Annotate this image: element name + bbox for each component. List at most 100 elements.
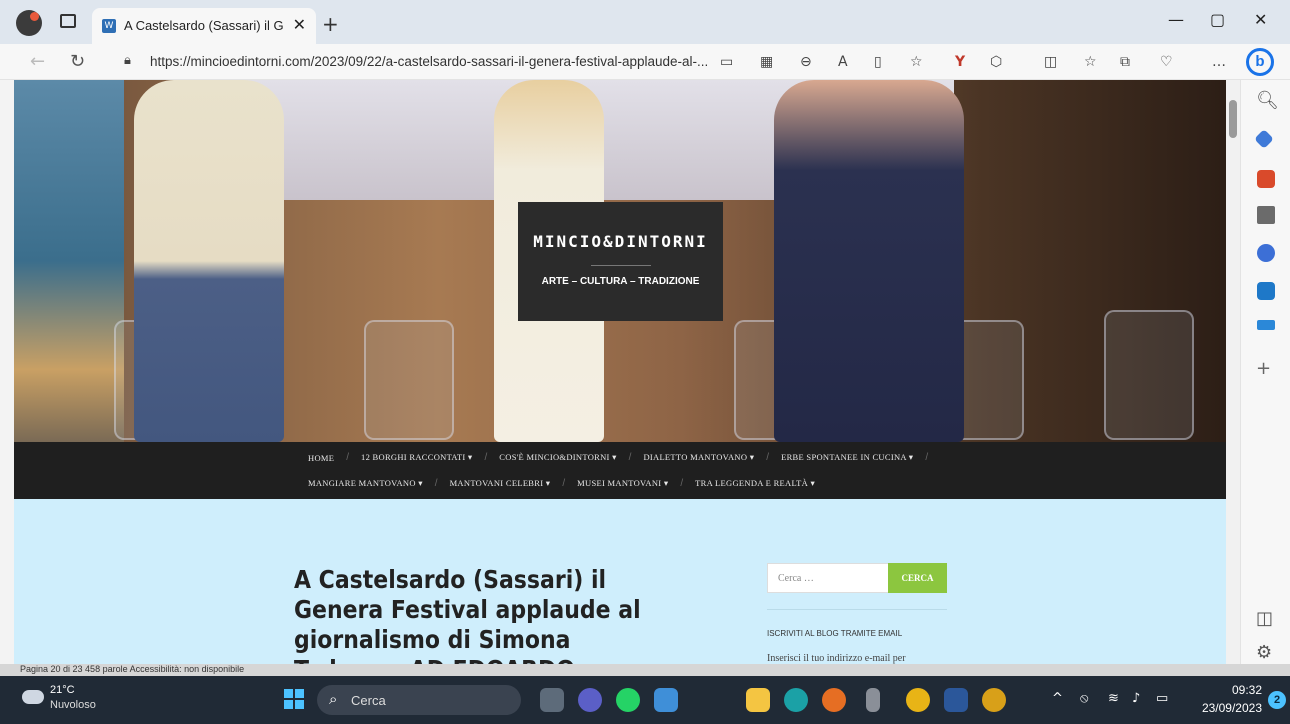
search-input[interactable]: Cerca … xyxy=(767,563,889,593)
close-window-button[interactable]: ✕ xyxy=(1254,10,1267,29)
site-tagline: ARTE – CULTURA – TRADIZIONE xyxy=(541,276,700,287)
task-view-icon[interactable] xyxy=(540,688,564,712)
clock-date[interactable]: 23/09/2023 xyxy=(1187,701,1262,715)
menu-separator: / xyxy=(925,452,929,463)
minimize-button[interactable]: — xyxy=(1168,10,1184,29)
subscribe-widget-text: Inserisci il tuo indirizzo e-mail per xyxy=(767,653,906,664)
wifi-icon[interactable]: ≋ xyxy=(1108,691,1119,706)
network-off-icon[interactable]: ⦸ xyxy=(1080,691,1088,706)
clock-time[interactable]: 09:32 xyxy=(1212,683,1262,697)
windows-start-icon[interactable] xyxy=(284,689,304,709)
app-available-icon[interactable]: ▭ xyxy=(720,54,733,70)
outlook-icon[interactable] xyxy=(1257,282,1275,300)
site-title[interactable]: MINCIO&DINTORNI xyxy=(518,232,723,251)
page-viewport: MINCIO&DINTORNI ARTE – CULTURA – TRADIZI… xyxy=(14,80,1226,676)
microphone-app-icon[interactable] xyxy=(866,688,880,712)
notification-badge[interactable]: 2 xyxy=(1268,691,1286,709)
lock-icon[interactable]: 🔒︎ xyxy=(124,53,131,68)
menu-item-12-borghi[interactable]: 12 BORGHI RACCONTATI ▾ xyxy=(361,452,472,463)
refresh-icon[interactable]: ↻ xyxy=(70,51,85,72)
whatsapp-icon[interactable] xyxy=(616,688,640,712)
extensions-puzzle-icon[interactable]: ⬡ xyxy=(990,54,1002,70)
menu-item-cos-e[interactable]: COS'È MINCIO&DINTORNI ▾ xyxy=(499,452,616,463)
stage-chair xyxy=(1104,310,1194,440)
menu-separator: / xyxy=(484,452,488,463)
menu-item-leggenda[interactable]: TRA LEGGENDA E REALTÀ ▾ xyxy=(695,478,815,489)
scrollbar-thumb[interactable] xyxy=(1229,100,1237,138)
shopping-tag-icon[interactable] xyxy=(1254,129,1274,149)
games-icon[interactable] xyxy=(1257,206,1275,224)
speaker-left xyxy=(134,80,284,442)
tab-close-button[interactable]: ✕ xyxy=(293,15,306,34)
drop-icon[interactable] xyxy=(1257,320,1275,330)
menu-row-1: HOME / 12 BORGHI RACCONTATI ▾ / COS'È MI… xyxy=(308,452,940,463)
page-scrollbar[interactable] xyxy=(1226,80,1240,676)
more-menu-icon[interactable]: … xyxy=(1212,54,1226,70)
microsoft-365-icon[interactable] xyxy=(1257,244,1275,262)
menu-item-erbe[interactable]: ERBE SPONTANEE IN CUCINA ▾ xyxy=(781,452,913,463)
menu-separator: / xyxy=(346,452,350,463)
qr-code-icon[interactable]: ▦ xyxy=(760,54,773,70)
browser-toolbar: ← ↻ 🔒︎ https://mincioedintorni.com/2023/… xyxy=(0,44,1290,80)
tools-icon[interactable] xyxy=(1257,170,1275,188)
new-tab-button[interactable]: + xyxy=(322,12,339,36)
add-sidebar-app-icon[interactable]: + xyxy=(1256,358,1271,379)
tab-title: A Castelsardo (Sassari) il Genera xyxy=(124,18,284,33)
menu-separator: / xyxy=(628,452,632,463)
split-screen-icon[interactable]: ◫ xyxy=(1044,54,1057,70)
menu-item-dialetto[interactable]: DIALETTO MANTOVANO ▾ xyxy=(643,452,754,463)
hide-sidebar-icon[interactable]: ◫ xyxy=(1256,608,1273,629)
read-aloud-icon[interactable]: A xyxy=(838,54,848,70)
site-logo-box[interactable]: MINCIO&DINTORNI ARTE – CULTURA – TRADIZI… xyxy=(518,202,723,321)
logo-divider xyxy=(590,265,651,266)
tab-actions-icon[interactable] xyxy=(60,14,76,28)
menu-item-home[interactable]: HOME xyxy=(308,453,334,463)
browser-essentials-icon[interactable]: ♡ xyxy=(1160,54,1173,70)
extension-icon[interactable]: Y xyxy=(955,54,965,70)
menu-item-celebri[interactable]: MANTOVANI CELEBRI ▾ xyxy=(450,478,551,489)
chat-icon[interactable] xyxy=(578,688,602,712)
weather-temperature[interactable]: 21°C xyxy=(50,684,75,696)
zoom-out-icon[interactable]: ⊖ xyxy=(800,54,812,70)
taskbar-search-label: Cerca xyxy=(351,693,386,708)
show-hidden-icons-chevron-icon[interactable]: ^ xyxy=(1052,691,1063,706)
firefox-icon[interactable] xyxy=(822,688,846,712)
menu-separator: / xyxy=(434,478,438,489)
menu-item-musei[interactable]: MUSEI MANTOVANI ▾ xyxy=(577,478,668,489)
search-button[interactable]: CERCA xyxy=(888,563,947,593)
background-word-statusbar: Pagina 20 di 23 458 parole Accessibilità… xyxy=(0,664,1290,676)
address-bar[interactable]: 🔒︎ https://mincioedintorni.com/2023/09/2… xyxy=(118,48,938,76)
settings-gear-icon[interactable]: ⚙ xyxy=(1256,642,1272,663)
volume-icon[interactable]: ♪ xyxy=(1132,691,1140,706)
search-icon[interactable]: 🔍︎ xyxy=(1256,90,1279,111)
chrome-icon[interactable] xyxy=(906,688,930,712)
menu-separator: / xyxy=(562,478,566,489)
browser-title-bar: W A Castelsardo (Sassari) il Genera ✕ + … xyxy=(0,0,1290,44)
bing-chat-icon[interactable]: b xyxy=(1246,48,1274,76)
chrome-profile-icon[interactable] xyxy=(982,688,1006,712)
menu-item-mangiare[interactable]: MANGIARE MANTOVANO ▾ xyxy=(308,478,423,489)
favorites-icon[interactable]: ☆ xyxy=(1084,54,1097,70)
word-icon[interactable] xyxy=(944,688,968,712)
menu-row-2: MANGIARE MANTOVANO ▾ / MANTOVANI CELEBRI… xyxy=(308,478,815,489)
favorite-star-icon[interactable]: ☆ xyxy=(910,54,923,70)
store-icon[interactable] xyxy=(654,688,678,712)
maximize-button[interactable]: ▢ xyxy=(1210,10,1225,29)
weather-condition[interactable]: Nuvoloso xyxy=(50,699,96,711)
edge-sidebar: 🔍︎ + ◫ ⚙ xyxy=(1240,80,1290,676)
browser-tab-active[interactable]: W A Castelsardo (Sassari) il Genera ✕ xyxy=(92,8,316,44)
cloud-icon[interactable] xyxy=(22,690,44,704)
post-title[interactable]: A Castelsardo (Sassari) il Genera Festiv… xyxy=(294,565,681,676)
profile-avatar-icon[interactable] xyxy=(16,10,42,36)
back-arrow-icon[interactable]: ← xyxy=(30,51,45,72)
collections-icon[interactable]: ⧉ xyxy=(1120,54,1130,70)
taskbar-search[interactable]: ⌕ Cerca xyxy=(317,685,521,715)
file-explorer-icon[interactable] xyxy=(746,688,770,712)
search-icon: ⌕ xyxy=(329,690,338,708)
url-text[interactable]: https://mincioedintorni.com/2023/09/22/a… xyxy=(150,54,708,69)
edge-icon[interactable] xyxy=(784,688,808,712)
immersive-reader-icon[interactable]: ▯ xyxy=(874,54,882,70)
stage-banner xyxy=(14,80,124,442)
main-navigation: HOME / 12 BORGHI RACCONTATI ▾ / COS'È MI… xyxy=(14,442,1226,499)
battery-icon[interactable]: ▭ xyxy=(1156,691,1168,706)
